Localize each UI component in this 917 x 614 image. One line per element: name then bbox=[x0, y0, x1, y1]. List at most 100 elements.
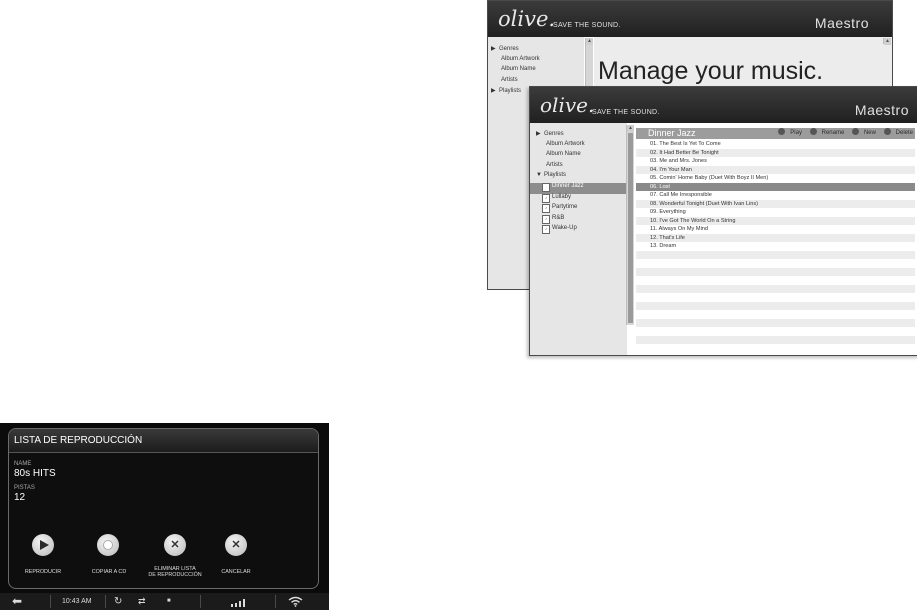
action-label: New bbox=[863, 130, 876, 136]
playlist-item[interactable]: ♪ Lullaby bbox=[530, 193, 627, 205]
x-icon: ✕ bbox=[170, 539, 180, 551]
playlist-item[interactable]: ♪ Dinner Jazz bbox=[530, 183, 627, 194]
track-row[interactable]: 01. The Best Is Yet To Come bbox=[636, 140, 915, 149]
copy-to-cd-label: COPIAR A CD bbox=[91, 569, 127, 575]
collapse-icon[interactable]: ▼ bbox=[536, 172, 544, 178]
action-label: Play bbox=[790, 130, 802, 136]
track-row[interactable]: 03. Me and Mrs. Jones bbox=[636, 157, 915, 166]
nav-label: Playlists bbox=[499, 88, 522, 94]
expand-icon[interactable]: ▶ bbox=[491, 45, 499, 52]
empty-row bbox=[636, 267, 915, 276]
track-row[interactable]: 02. It Had Better Be Tonight bbox=[636, 148, 915, 157]
product-name: Maestro bbox=[814, 15, 869, 31]
tagline: SAVE THE SOUND. bbox=[592, 109, 660, 116]
track-row[interactable]: 12. That's Life bbox=[636, 233, 915, 242]
nav-label: Genres bbox=[499, 46, 519, 52]
track-row[interactable]: 06. Lost bbox=[636, 182, 915, 191]
divider bbox=[275, 595, 276, 608]
nav-item-album-artwork[interactable]: Album Artwork bbox=[491, 56, 540, 67]
delete-playlist-label: ELIMINAR LISTA DE REPRODUCCIÓN bbox=[148, 566, 202, 578]
play-button[interactable] bbox=[32, 534, 54, 556]
expand-icon[interactable]: ▶ bbox=[536, 130, 544, 137]
stop-icon[interactable]: ■ bbox=[167, 593, 171, 610]
delete-button[interactable]: Delete bbox=[881, 128, 913, 136]
action-label: Delete bbox=[895, 130, 913, 136]
track-row[interactable]: 13. Dream bbox=[636, 242, 915, 251]
new-button[interactable]: New bbox=[849, 128, 876, 136]
empty-row bbox=[636, 276, 915, 285]
sidebar-scrollbar[interactable]: ▲ bbox=[626, 125, 634, 325]
action-label: Rename bbox=[821, 130, 845, 136]
status-bar: ⬅ 10:43 AM ↻ ⇄ ■ bbox=[0, 593, 329, 610]
window-header: olive. SAVE THE SOUND. Maestro bbox=[488, 1, 892, 37]
playlist-icon: ♪ bbox=[542, 193, 550, 203]
nav-label: Genres bbox=[544, 131, 564, 137]
scroll-up-icon[interactable]: ▲ bbox=[586, 38, 593, 45]
track-row[interactable]: 05. Comin' Home Baby (Duet With Boyz II … bbox=[636, 174, 915, 183]
nav-item-artists[interactable]: Artists bbox=[536, 162, 585, 173]
wifi-icon bbox=[288, 596, 303, 607]
signal-bars-icon bbox=[231, 597, 247, 607]
sidebar-nav: ▶ Genres Album Artwork Album Name Artists… bbox=[536, 130, 585, 183]
nav-item-album-name[interactable]: Album Name bbox=[536, 151, 585, 162]
back-arrow-icon[interactable]: ⬅ bbox=[12, 593, 22, 610]
empty-row bbox=[636, 310, 915, 319]
maestro-window-front: olive. SAVE THE SOUND. Maestro ▶ Genres A… bbox=[529, 86, 917, 356]
rename-button[interactable]: Rename bbox=[807, 128, 845, 136]
cancel-button[interactable]: ✕ bbox=[225, 534, 247, 556]
playlist-icon: ♪ bbox=[542, 214, 550, 224]
playlist-label: Lullaby bbox=[552, 193, 572, 200]
shuffle-icon[interactable]: ⇄ bbox=[138, 593, 146, 610]
play-button[interactable]: Play bbox=[775, 128, 802, 136]
copy-to-cd-button[interactable] bbox=[97, 534, 119, 556]
track-row[interactable]: 04. I'm Your Man bbox=[636, 165, 915, 174]
delete-icon bbox=[883, 128, 891, 135]
play-icon bbox=[778, 128, 786, 135]
touch-panel-device: LISTA DE REPRODUCCIÓN NAME 80s HITS PIST… bbox=[0, 423, 329, 610]
track-row[interactable]: 09. Everything bbox=[636, 208, 915, 217]
play-label: REPRODUCIR bbox=[24, 569, 62, 575]
clock: 10:43 AM bbox=[62, 598, 92, 605]
playlist-label: Wake-Up bbox=[552, 225, 577, 231]
track-row[interactable]: 10. I've Got The World On a String bbox=[636, 216, 915, 225]
empty-row bbox=[636, 293, 915, 302]
playlist-item[interactable]: ♪ Wake-Up bbox=[530, 225, 627, 236]
empty-row bbox=[636, 327, 915, 336]
main-scrollbar[interactable]: ▲ bbox=[883, 38, 891, 45]
track-list: 01. The Best Is Yet To Come 02. It Had Be… bbox=[636, 140, 915, 349]
playlist-list: ♪ Dinner Jazz ♪ Lullaby ♪ Partytime ♪ R&B ♪ Wake-… bbox=[530, 183, 627, 236]
repeat-icon[interactable]: ↻ bbox=[114, 593, 122, 610]
track-row[interactable]: 07. Call Me Irresponsible bbox=[636, 191, 915, 200]
divider bbox=[50, 595, 51, 608]
empty-row bbox=[636, 259, 915, 268]
nav-item-genres[interactable]: ▶ Genres bbox=[536, 130, 585, 141]
playlist-label: Dinner Jazz bbox=[552, 183, 584, 189]
playlist-item[interactable]: ♪ Partytime bbox=[530, 204, 627, 215]
nav-item-genres[interactable]: ▶ Genres bbox=[491, 45, 540, 56]
x-icon: ✕ bbox=[231, 539, 241, 551]
rename-icon bbox=[809, 128, 817, 135]
empty-row bbox=[636, 318, 915, 327]
track-row[interactable]: 11. Always On My Mind bbox=[636, 225, 915, 234]
window-header: olive. SAVE THE SOUND. Maestro bbox=[530, 87, 917, 123]
nav-item-playlists[interactable]: ▼ Playlists bbox=[536, 172, 585, 183]
scroll-thumb[interactable] bbox=[628, 133, 633, 323]
olive-logo: olive. bbox=[540, 93, 595, 117]
nav-label: Album Artwork bbox=[546, 140, 585, 147]
track-row[interactable]: 08. Wonderful Tonight (Duet With Ivan Li… bbox=[636, 199, 915, 208]
nav-item-album-artwork[interactable]: Album Artwork bbox=[536, 141, 585, 152]
nav-item-album-name[interactable]: Album Name bbox=[491, 66, 540, 77]
scroll-up-icon[interactable]: ▲ bbox=[884, 38, 891, 45]
tracks-label: PISTAS bbox=[14, 485, 35, 491]
delete-playlist-button[interactable]: ✕ bbox=[164, 534, 186, 556]
playlist-title-bar: Dinner Jazz Play Rename New Delete bbox=[636, 128, 915, 139]
expand-icon[interactable]: ▶ bbox=[491, 87, 499, 94]
scroll-up-icon[interactable]: ▲ bbox=[627, 125, 634, 132]
playlist-item[interactable]: ♪ R&B bbox=[530, 214, 627, 226]
cancel-label: CANCELAR bbox=[221, 569, 251, 575]
nav-label: Album Name bbox=[501, 66, 536, 72]
playlist-icon: ♪ bbox=[542, 183, 550, 192]
nav-label: Playlists bbox=[544, 172, 567, 178]
new-icon bbox=[851, 128, 859, 135]
product-name: Maestro bbox=[854, 102, 909, 118]
